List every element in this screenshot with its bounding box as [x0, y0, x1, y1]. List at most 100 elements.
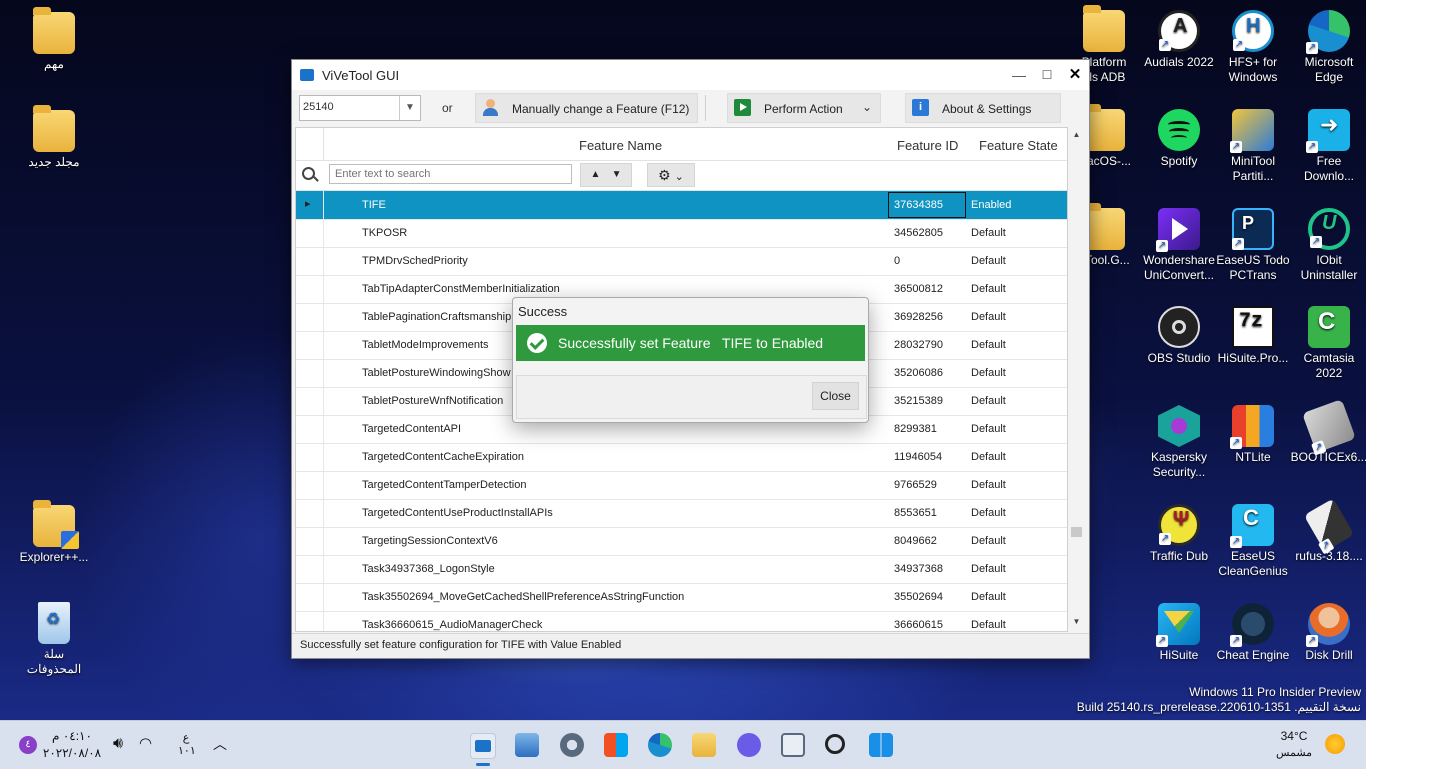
- table-row[interactable]: TKPOSR 34562805 Default: [296, 219, 1067, 248]
- row-selector[interactable]: [296, 499, 324, 527]
- task-view-icon[interactable]: [781, 733, 805, 757]
- vivetool-taskbar-icon[interactable]: [470, 733, 496, 759]
- desktop-icon-traffic-dub[interactable]: Ψ ↗ Traffic Dub: [1138, 504, 1220, 564]
- desktop-icon-camtasia[interactable]: C Camtasia 2022: [1288, 306, 1366, 381]
- table-row[interactable]: Task34937368_LogonStyle 34937368 Default: [296, 555, 1067, 584]
- minimize-button[interactable]: —: [1005, 64, 1033, 86]
- volume-icon[interactable]: 🔊︎: [113, 735, 123, 753]
- manual-change-button[interactable]: Manually change a Feature (F12): [475, 93, 698, 123]
- row-selector[interactable]: [296, 527, 324, 555]
- weather[interactable]: 34°C مشمس: [1274, 729, 1314, 759]
- column-header-feature-id[interactable]: Feature ID: [897, 138, 958, 153]
- store-icon[interactable]: [604, 733, 628, 757]
- desktop-icon-muhim[interactable]: مهم: [13, 7, 95, 72]
- folder-icon: [33, 105, 75, 152]
- perform-action-button[interactable]: Perform Action ⌄: [727, 93, 881, 123]
- close-button[interactable]: ✕: [1061, 64, 1089, 86]
- row-selector[interactable]: [296, 247, 324, 275]
- sort-up-down-button[interactable]: ▲ ▼: [580, 163, 632, 187]
- row-selector[interactable]: [296, 387, 324, 415]
- table-row[interactable]: Task35502694_MoveGetCachedShellPreferenc…: [296, 583, 1067, 612]
- desktop-icon-audials[interactable]: A ↗ Audials 2022: [1138, 10, 1220, 70]
- bootice-icon: ↗: [1302, 399, 1356, 456]
- clock[interactable]: ٠٤:١٠ م ٢٠٢٢/٠٨/٠٨: [42, 729, 102, 760]
- desktop-icon-disk-drill[interactable]: ↗ Disk Drill: [1288, 603, 1366, 663]
- desktop-icon-iobit[interactable]: U ↗ IObit Uninstaller: [1288, 208, 1366, 283]
- photos-icon[interactable]: [515, 733, 539, 757]
- search-taskbar-icon[interactable]: [825, 734, 845, 754]
- table-row[interactable]: TargetedContentUseProductInstallAPIs 8553…: [296, 499, 1067, 528]
- column-header-feature-state[interactable]: Feature State: [979, 138, 1058, 153]
- desktop-icon-hisuite[interactable]: ↗ HiSuite: [1138, 603, 1220, 663]
- scroll-thumb[interactable]: [1071, 527, 1082, 537]
- watermark-line2: Build 25140.rs_prerelease.220610-1351 .ن…: [1076, 700, 1361, 714]
- desktop-icon-pctrans[interactable]: P ↗ EaseUS Todo PCTrans: [1212, 208, 1294, 283]
- file-explorer-icon[interactable]: [692, 733, 716, 757]
- scroll-down-arrow-icon[interactable]: ▼: [1068, 614, 1085, 630]
- desktop-icon-minitool[interactable]: ↗ MiniTool Partiti...: [1212, 109, 1294, 184]
- desktop-icon-uniconverter[interactable]: ↗ Wondershare UniConvert...: [1138, 208, 1220, 283]
- dialog-close-button[interactable]: Close: [812, 382, 859, 410]
- vertical-scrollbar[interactable]: ▲ ▼: [1068, 127, 1085, 630]
- desktop-icon-hisuite-pro[interactable]: 7z HiSuite.Pro...: [1212, 306, 1294, 366]
- table-row[interactable]: TargetingSessionContextV6 8049662 Default: [296, 527, 1067, 556]
- chevron-down-icon[interactable]: ⌄: [862, 100, 872, 114]
- row-selector[interactable]: [296, 219, 324, 247]
- about-settings-button[interactable]: i About & Settings: [905, 93, 1061, 123]
- desktop-icon-new-folder[interactable]: مجلد جديد: [13, 105, 95, 170]
- desktop-icon-hfs[interactable]: H ↗ HFS+ for Windows: [1212, 10, 1294, 85]
- maximize-button[interactable]: ☐: [1033, 64, 1061, 86]
- table-row[interactable]: TPMDrvSchedPriority 0 Default: [296, 247, 1067, 276]
- settings-gear-icon[interactable]: [560, 733, 584, 757]
- scroll-up-arrow-icon[interactable]: ▲: [1068, 127, 1085, 143]
- language-indicator[interactable]: ع ١٠١: [178, 731, 196, 757]
- row-selector[interactable]: [296, 443, 324, 471]
- table-row[interactable]: Task36660615_AudioManagerCheck 36660615 De…: [296, 611, 1067, 631]
- desktop-icon-rufus[interactable]: ↗ rufus-3.18....: [1288, 498, 1366, 564]
- row-selector[interactable]: [296, 303, 324, 331]
- desktop-icon-obs[interactable]: OBS Studio: [1138, 306, 1220, 366]
- wifi-icon[interactable]: ◠: [139, 734, 152, 752]
- row-selector[interactable]: [296, 471, 324, 499]
- row-selector[interactable]: [296, 359, 324, 387]
- table-row[interactable]: TIFE 37634385 Enabled: [296, 191, 1067, 220]
- windows-watermark: Windows 11 Pro Insider Preview Build 251…: [1050, 685, 1361, 715]
- feature-id-cell: 36500812: [894, 283, 943, 295]
- desktop-icon-cheat-engine[interactable]: ↗ Cheat Engine: [1212, 603, 1294, 663]
- edge-taskbar-icon[interactable]: [648, 733, 672, 757]
- desktop-icon-ntlite[interactable]: ↗ NTLite: [1212, 405, 1294, 465]
- row-selector[interactable]: [296, 415, 324, 443]
- start-icon[interactable]: [869, 733, 893, 757]
- desktop-icon-kaspersky[interactable]: Kaspersky Security...: [1138, 405, 1220, 480]
- chevron-down-icon[interactable]: ▼: [399, 96, 420, 120]
- feature-id-cell: 36660615: [894, 619, 943, 631]
- chat-icon[interactable]: [737, 733, 761, 757]
- desktop-icon-bootice[interactable]: ↗ BOOTICEx6...: [1288, 399, 1366, 465]
- feature-name-cell: TargetedContentTamperDetection: [362, 479, 527, 491]
- desktop-icon-explorerpp[interactable]: Explorer++...: [13, 500, 95, 565]
- settings-dropdown-button[interactable]: ⚙ ⌄: [647, 163, 695, 187]
- desktop-icon-edge[interactable]: ↗ Microsoft Edge: [1288, 10, 1366, 85]
- desktop-icon-free-download[interactable]: ➜ ↗ Free Downlo...: [1288, 109, 1366, 184]
- row-selector[interactable]: [296, 611, 324, 631]
- desktop-icon-label: HiSuite: [1159, 648, 1199, 662]
- desktop-icon-cleangenius[interactable]: C ↗ EaseUS CleanGenius: [1212, 504, 1294, 579]
- chevron-up-icon[interactable]: ︿: [213, 734, 227, 754]
- row-selector[interactable]: [296, 555, 324, 583]
- notification-badge[interactable]: ٤: [19, 736, 37, 754]
- table-row[interactable]: TargetedContentCacheExpiration 11946054 De…: [296, 443, 1067, 472]
- row-selector[interactable]: [296, 583, 324, 611]
- desktop-icon-label-line2: PCTrans: [1229, 268, 1277, 282]
- desktop-icon-label: Traffic Dub: [1149, 549, 1209, 563]
- table-row[interactable]: TargetedContentTamperDetection 9766529 Def…: [296, 471, 1067, 500]
- desktop-icon-recycle-bin[interactable]: ♻ سلة المحذوفات: [13, 602, 95, 677]
- row-selector[interactable]: [296, 331, 324, 359]
- desktop-icon-spotify[interactable]: Spotify: [1138, 109, 1220, 169]
- row-selector-arrow-icon[interactable]: [296, 191, 324, 219]
- column-header-feature-name[interactable]: Feature Name: [579, 138, 662, 153]
- build-combobox[interactable]: 25140 ▼: [299, 95, 421, 121]
- title-bar[interactable]: ViVeTool GUI — ☐ ✕: [292, 60, 1089, 90]
- search-input[interactable]: [329, 164, 572, 184]
- row-selector[interactable]: [296, 275, 324, 303]
- success-banner: Successfully set Feature TIFE to Enabled: [516, 325, 865, 361]
